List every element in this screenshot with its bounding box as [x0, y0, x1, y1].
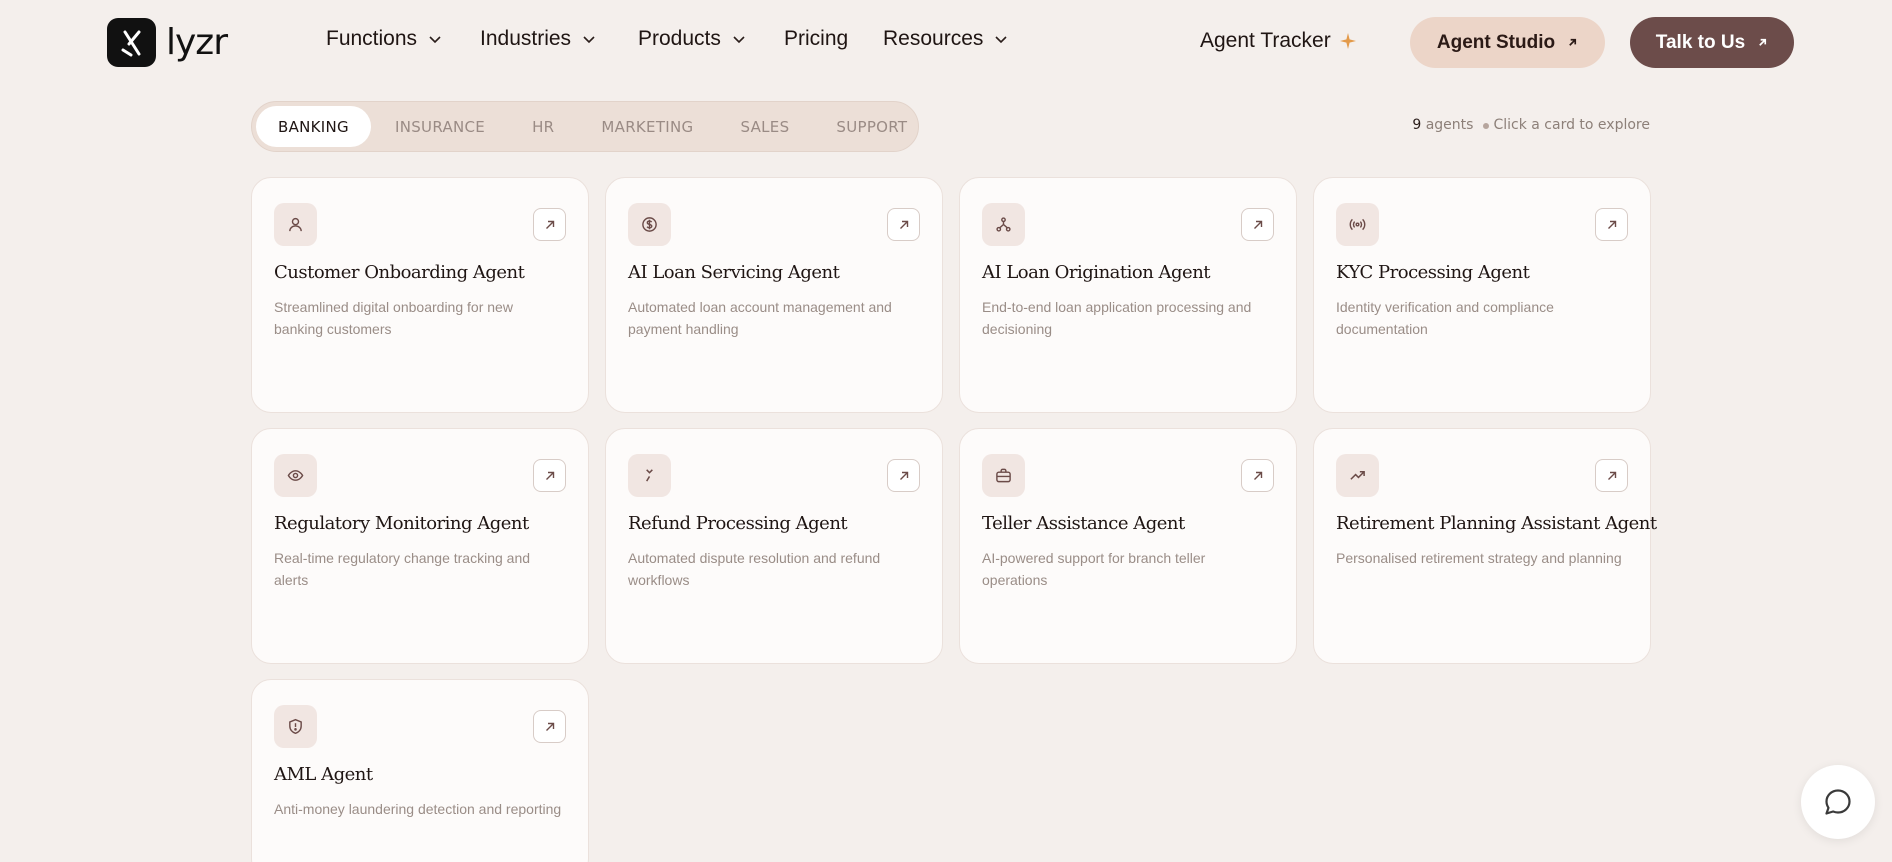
arrow-up-right-icon	[545, 220, 554, 229]
agent-card[interactable]: Customer Onboarding Agent Streamlined di…	[251, 177, 589, 413]
arrow-up-right-icon	[1253, 220, 1262, 229]
card-title: AI Loan Origination Agent	[982, 262, 1211, 283]
trending-up-icon	[1336, 454, 1379, 497]
chat-bubble-icon	[1825, 789, 1851, 815]
broadcast-icon	[1336, 203, 1379, 246]
agent-tracker-label: Agent Tracker	[1200, 29, 1331, 52]
logo-text: lyzr	[166, 21, 228, 63]
card-title: Regulatory Monitoring Agent	[274, 513, 529, 534]
nav-products-label: Products	[638, 27, 721, 50]
chevron-down-icon	[995, 36, 1007, 44]
agent-count-label: agents	[1425, 117, 1474, 133]
agent-card[interactable]: Refund Processing Agent Automated disput…	[605, 428, 943, 664]
talk-to-us-button[interactable]: Talk to Us	[1630, 17, 1794, 68]
card-title: Teller Assistance Agent	[982, 513, 1185, 534]
nav-pricing[interactable]: Pricing	[784, 27, 848, 51]
agent-card[interactable]: AML Agent Anti-money laundering detectio…	[251, 679, 589, 862]
nav-resources[interactable]: Resources	[883, 27, 1009, 51]
tab-sales[interactable]: SALES	[717, 106, 812, 147]
arrow-up-right-icon	[899, 471, 908, 480]
nav-industries-label: Industries	[480, 27, 572, 50]
logo[interactable]: lyzr	[107, 18, 228, 67]
tab-marketing[interactable]: MARKETING	[578, 106, 716, 147]
open-card-button[interactable]	[533, 459, 566, 492]
dollar-coin-icon	[628, 203, 671, 246]
arrow-up-right-icon	[1569, 38, 1577, 46]
chat-launcher-button[interactable]	[1801, 765, 1875, 839]
arrow-up-right-icon	[1759, 38, 1767, 46]
card-description: AI-powered support for branch teller ope…	[982, 550, 1206, 588]
eye-icon	[274, 454, 317, 497]
card-title: Refund Processing Agent	[628, 513, 848, 534]
tab-insurance[interactable]: INSURANCE	[372, 106, 508, 147]
card-description: Automated loan account management and pa…	[628, 299, 892, 337]
nav-functions-label: Functions	[326, 27, 418, 50]
tab-banking[interactable]: BANKING	[256, 106, 371, 147]
user-icon	[274, 203, 317, 246]
card-description: Real-time regulatory change tracking and…	[274, 550, 531, 588]
agent-count: 9 agents	[1412, 117, 1473, 133]
agent-card[interactable]: Teller Assistance Agent AI-powered suppo…	[959, 428, 1297, 664]
arrow-up-right-icon	[545, 471, 554, 480]
agent-tracker-link[interactable]: Agent Tracker	[1200, 29, 1357, 53]
open-card-button[interactable]	[533, 208, 566, 241]
chevron-down-icon	[429, 36, 441, 44]
card-description: Personalised retirement strategy and pla…	[1336, 550, 1622, 566]
refund-icon	[628, 454, 671, 497]
logo-mark-icon	[107, 18, 156, 67]
open-card-button[interactable]	[887, 459, 920, 492]
agent-card[interactable]: AI Loan Servicing Agent Automated loan a…	[605, 177, 943, 413]
workflow-icon	[982, 203, 1025, 246]
agent-studio-label: Agent Studio	[1436, 31, 1556, 53]
card-title: AML Agent	[274, 764, 373, 785]
nav-functions[interactable]: Functions	[326, 27, 443, 51]
explore-hint: Click a card to explore	[1483, 117, 1650, 133]
arrow-up-right-icon	[1253, 471, 1262, 480]
open-card-button[interactable]	[1595, 459, 1628, 492]
tab-support[interactable]: SUPPORT	[813, 106, 930, 147]
card-description: End-to-end loan application processing a…	[982, 299, 1252, 337]
open-card-button[interactable]	[533, 710, 566, 743]
nav-industries[interactable]: Industries	[480, 27, 597, 51]
agent-card[interactable]: Regulatory Monitoring Agent Real-time re…	[251, 428, 589, 664]
agent-card[interactable]: KYC Processing Agent Identity verificati…	[1313, 177, 1651, 413]
chevron-down-icon	[583, 36, 595, 44]
agent-count-number: 9	[1412, 117, 1422, 133]
sparkle-icon	[1339, 33, 1356, 49]
nav-products[interactable]: Products	[638, 27, 747, 51]
open-card-button[interactable]	[1595, 208, 1628, 241]
card-title: AI Loan Servicing Agent	[628, 262, 840, 283]
card-title: KYC Processing Agent	[1336, 262, 1530, 283]
top-nav: lyzr Functions Industries Products Prici…	[0, 0, 1892, 84]
chevron-down-icon	[733, 36, 745, 44]
agent-card[interactable]: Retirement Planning Assistant Agent Pers…	[1313, 428, 1657, 664]
agent-card[interactable]: AI Loan Origination Agent End-to-end loa…	[959, 177, 1297, 413]
arrow-up-right-icon	[1607, 220, 1616, 229]
card-title: Customer Onboarding Agent	[274, 262, 525, 283]
shield-alert-icon	[274, 705, 317, 748]
agent-studio-button[interactable]: Agent Studio	[1410, 17, 1605, 68]
results-meta: 9 agents Click a card to explore	[1412, 117, 1650, 133]
arrow-up-right-icon	[545, 722, 554, 731]
nav-pricing-label: Pricing	[784, 27, 849, 50]
card-description: Streamlined digital onboarding for new b…	[274, 299, 513, 337]
talk-to-us-label: Talk to Us	[1655, 31, 1746, 53]
card-description: Anti-money laundering detection and repo…	[274, 801, 562, 817]
arrow-up-right-icon	[899, 220, 908, 229]
open-card-button[interactable]	[1241, 459, 1274, 492]
card-description: Identity verification and compliance doc…	[1336, 299, 1554, 337]
industry-tabs: BANKING INSURANCE HR MARKETING SALES SUP…	[251, 101, 919, 152]
open-card-button[interactable]	[1241, 208, 1274, 241]
card-title: Retirement Planning Assistant Agent	[1336, 513, 1657, 534]
nav-resources-label: Resources	[883, 27, 984, 50]
open-card-button[interactable]	[887, 208, 920, 241]
bullet-dot-icon	[1483, 123, 1490, 129]
arrow-up-right-icon	[1607, 471, 1616, 480]
explore-hint-text: Click a card to explore	[1493, 117, 1650, 133]
briefcase-icon	[982, 454, 1025, 497]
card-description: Automated dispute resolution and refund …	[628, 550, 881, 588]
tab-hr[interactable]: HR	[509, 106, 577, 147]
